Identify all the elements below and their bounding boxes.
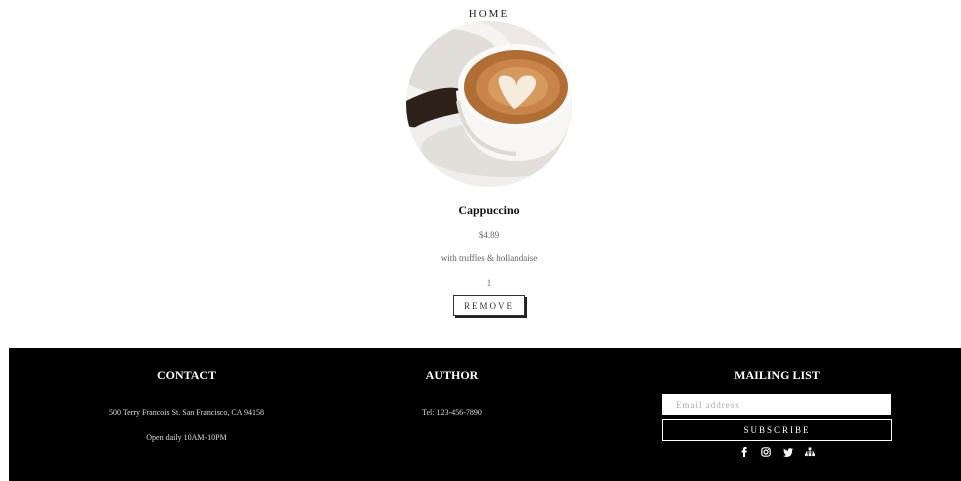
social-links: [662, 445, 892, 459]
product-quantity: 1: [486, 278, 492, 288]
contact-address: 500 Terry Francois St. San Francisco, CA…: [108, 408, 265, 417]
author-phone: Tel: 123-456-7890: [422, 408, 482, 417]
author-title: AUTHOR: [425, 368, 479, 382]
product-description: with truffles & hollandaise: [440, 253, 538, 263]
instagram-icon[interactable]: [761, 447, 771, 457]
email-input[interactable]: [662, 394, 891, 415]
remove-button[interactable]: REMOVE: [453, 295, 525, 316]
footer: CONTACT 500 Terry Francois St. San Franc…: [9, 348, 961, 481]
product-image: [406, 21, 572, 187]
subscribe-button[interactable]: SUBSCRIBE: [662, 419, 892, 441]
contact-hours: Open daily 10AM-10PM: [146, 433, 227, 442]
facebook-icon[interactable]: [739, 447, 749, 457]
sitemap-icon[interactable]: [805, 447, 815, 457]
twitter-icon[interactable]: [783, 447, 793, 457]
mailing-list-title: MAILING LIST: [734, 368, 820, 382]
nav-home-link[interactable]: HOME: [0, 8, 961, 20]
cappuccino-photo: [406, 21, 572, 187]
contact-title: CONTACT: [156, 368, 217, 382]
product-price: $4.89: [478, 230, 500, 240]
product-name: Cappuccino: [458, 203, 520, 217]
